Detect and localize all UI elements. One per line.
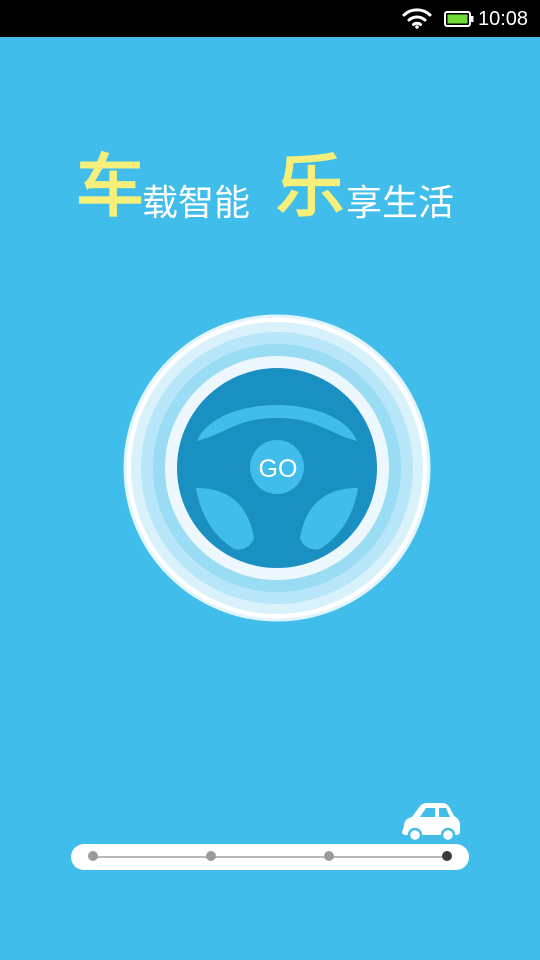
progress-dot-2 [206, 851, 216, 861]
status-bar: 10:08 [0, 0, 540, 37]
battery-icon [444, 11, 474, 27]
slogan-text-2: 享生活 [346, 183, 455, 224]
slogan: 车 载智能 乐 享生活 [0, 148, 540, 248]
slogan-text-1: 载智能 [142, 183, 251, 224]
slogan-char-le: 乐 [276, 148, 345, 227]
slogan-char-car: 车 [76, 148, 145, 227]
clock-time: 10:08 [478, 8, 529, 30]
progress-line [92, 856, 448, 858]
car-icon [402, 803, 460, 842]
wifi-icon [402, 8, 432, 29]
go-label[interactable]: GO [255, 451, 301, 487]
progress-dot-1 [88, 851, 98, 861]
progress-dot-4 [442, 851, 452, 861]
progress-dot-3 [324, 851, 334, 861]
